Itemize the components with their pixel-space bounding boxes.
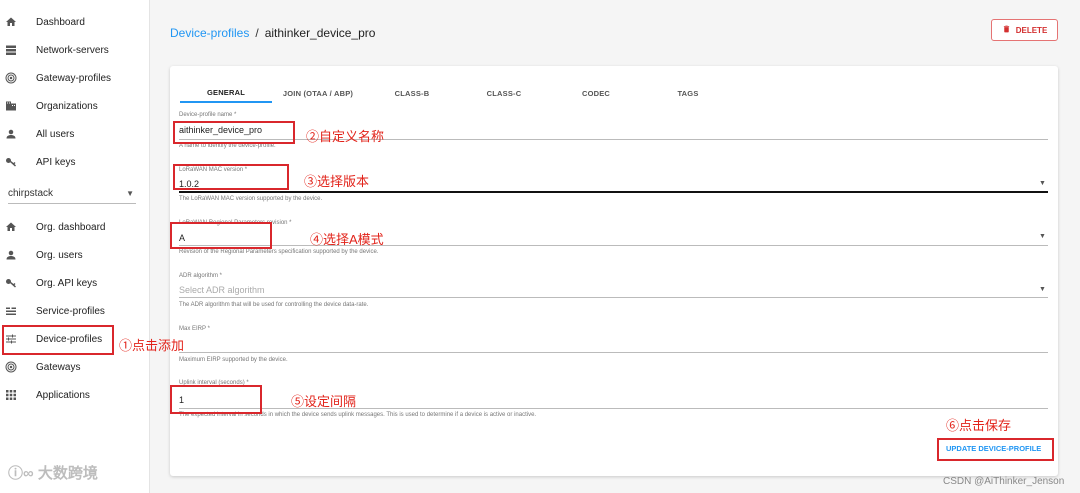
chevron-down-icon: ▼ <box>1039 233 1046 240</box>
server-icon <box>5 44 17 56</box>
person-icon <box>5 249 17 261</box>
tab-class-c[interactable]: CLASS-C <box>458 83 550 103</box>
home-icon <box>5 221 17 233</box>
watermark-text: 大数跨境 <box>37 465 98 482</box>
tab-class-b[interactable]: CLASS-B <box>366 83 458 103</box>
delete-button-label: DELETE <box>1015 25 1048 35</box>
domain-icon <box>5 100 17 112</box>
chevron-down-icon: ▼ <box>1039 286 1046 293</box>
list-icon <box>5 305 17 317</box>
wechat-icon: ⓘ∞ <box>8 465 38 482</box>
adr-algorithm-select[interactable]: Select ADR algorithm <box>179 285 265 295</box>
chevron-down-icon: ▼ <box>126 189 134 198</box>
regional-params-help: Revision of the Regional Parameters spec… <box>179 249 379 255</box>
delete-button[interactable]: DELETE <box>991 19 1058 41</box>
sidebar-item-network-servers[interactable]: Network-servers <box>0 38 150 62</box>
annotation-box-name <box>173 121 295 144</box>
sidebar-item-label: Org. dashboard <box>36 221 106 233</box>
breadcrumb-link-device-profiles[interactable]: Device-profiles <box>170 26 249 40</box>
credit-text: CSDN @AiThinker_Jenson <box>943 476 1065 487</box>
sidebar-item-label: API keys <box>36 156 76 168</box>
sidebar-item-organizations[interactable]: Organizations <box>0 94 150 118</box>
sidebar-item-label: All users <box>36 128 75 140</box>
annotation-5: ⑤设定间隔 <box>291 394 357 409</box>
annotation-box-device-profiles <box>2 325 114 355</box>
max-eirp-help: Maximum EIRP supported by the device. <box>179 357 288 363</box>
trash-icon <box>1002 24 1011 36</box>
annotation-box-mac-version <box>173 164 289 190</box>
annotation-6: ⑥点击保存 <box>946 418 1012 433</box>
key-icon <box>5 156 17 168</box>
sidebar-item-service-profiles[interactable]: Service-profiles <box>0 299 150 323</box>
max-eirp-underline <box>179 352 1048 353</box>
sidebar-item-org-dashboard[interactable]: Org. dashboard <box>0 215 150 239</box>
sidebar-item-label: Org. users <box>36 249 83 261</box>
person-icon <box>5 128 17 140</box>
annotation-box-regional <box>170 222 272 249</box>
tab-join[interactable]: JOIN (OTAA / ABP) <box>272 83 364 103</box>
sidebar-item-gateway-profiles[interactable]: Gateway-profiles <box>0 66 150 90</box>
adr-algorithm-help: The ADR algorithm that will be used for … <box>179 302 369 308</box>
sidebar-item-gateways[interactable]: Gateways <box>0 355 150 379</box>
annotation-2: ②自定义名称 <box>306 129 385 144</box>
radio-icon <box>5 72 17 84</box>
adr-algorithm-label: ADR algorithm * <box>179 273 223 279</box>
sidebar-item-label: Dashboard <box>36 16 85 28</box>
sidebar-item-label: Gateways <box>36 361 81 373</box>
sidebar-item-dashboard[interactable]: Dashboard <box>0 10 150 34</box>
mac-version-underline <box>179 191 1048 193</box>
radio-icon <box>5 361 17 373</box>
mac-version-help: The LoRaWAN MAC version supported by the… <box>179 196 323 202</box>
breadcrumb: Device-profiles / aithinker_device_pro <box>170 26 375 40</box>
watermark-logo: ⓘ∞ 大数跨境 <box>8 462 98 483</box>
apps-icon <box>5 389 17 401</box>
max-eirp-label: Max EIRP * <box>179 326 210 332</box>
annotation-3: ③选择版本 <box>304 174 370 189</box>
tab-tags[interactable]: TAGS <box>642 83 734 103</box>
annotation-box-update <box>937 438 1054 461</box>
sidebar-item-org-api-keys[interactable]: Org. API keys <box>0 271 150 295</box>
breadcrumb-separator: / <box>255 26 259 40</box>
sidebar: Dashboard Network-servers Gateway-profil… <box>0 0 150 493</box>
device-profile-name-label: Device-profile name * <box>179 112 237 118</box>
tab-codec[interactable]: CODEC <box>550 83 642 103</box>
organization-select[interactable]: chirpstack ▼ <box>8 184 136 204</box>
sidebar-item-all-users[interactable]: All users <box>0 122 150 146</box>
organization-select-value: chirpstack <box>8 188 54 199</box>
adr-algorithm-underline <box>179 297 1048 298</box>
sidebar-item-label: Gateway-profiles <box>36 72 112 84</box>
home-icon <box>5 16 17 28</box>
chevron-down-icon: ▼ <box>1039 180 1046 187</box>
sidebar-item-api-keys[interactable]: API keys <box>0 150 150 174</box>
sidebar-item-label: Applications <box>36 389 90 401</box>
key-icon <box>5 277 17 289</box>
sidebar-item-label: Org. API keys <box>36 277 98 289</box>
sidebar-item-applications[interactable]: Applications <box>0 383 150 407</box>
sidebar-item-label: Organizations <box>36 100 98 112</box>
annotation-4: ④选择A模式 <box>310 232 384 247</box>
tab-general[interactable]: GENERAL <box>180 83 272 103</box>
page-title: aithinker_device_pro <box>264 26 376 40</box>
sidebar-item-label: Network-servers <box>36 44 109 56</box>
sidebar-item-label: Service-profiles <box>36 305 105 317</box>
sidebar-item-org-users[interactable]: Org. users <box>0 243 150 267</box>
annotation-box-uplink <box>170 385 262 414</box>
annotation-1: ①点击添加 <box>119 338 185 353</box>
